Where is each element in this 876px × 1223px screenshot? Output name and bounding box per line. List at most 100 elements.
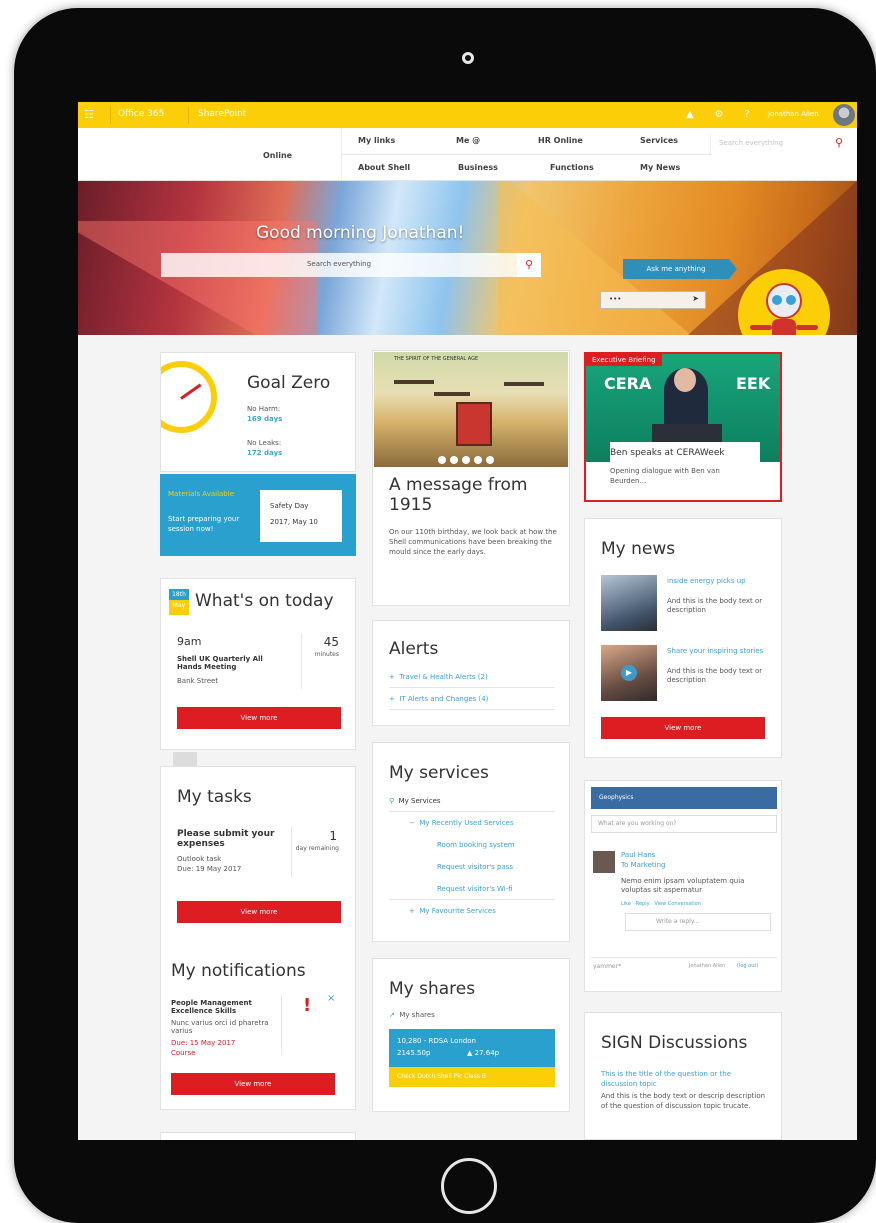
play-icon[interactable]: ▶	[621, 665, 637, 681]
event-location: Bank Street	[177, 677, 219, 685]
no-leaks-value: 172 days	[247, 449, 283, 457]
services-root[interactable]: ⚲ My Services	[389, 797, 441, 805]
nav-business[interactable]: Business	[458, 163, 498, 172]
goal-zero-clock-icon	[161, 361, 217, 433]
briefing-brand: EEK	[736, 374, 771, 393]
event-title[interactable]: Shell UK Quarterly All Hands Meeting	[177, 655, 287, 671]
post-recipient[interactable]: To Marketing	[621, 861, 665, 869]
news-thumbnail[interactable]	[601, 575, 657, 631]
sharepoint-link[interactable]: SharePoint	[198, 109, 246, 119]
top-search-input[interactable]: Search everything ⚲	[710, 134, 851, 154]
nav-about-shell[interactable]: About Shell	[358, 163, 410, 172]
author-avatar[interactable]	[593, 851, 615, 873]
settings-gear-icon[interactable]: ⚙	[712, 108, 726, 122]
poster-caption: THE SPIRIT OF THE GENERAL AGE	[394, 356, 479, 362]
ask-input[interactable]: ••• ➤	[600, 291, 706, 309]
user-name[interactable]: Jonathan Allen	[768, 110, 819, 118]
post-author[interactable]: Paul Hans	[621, 851, 655, 859]
reply-input[interactable]: Write a reply...	[625, 913, 771, 931]
news-headline[interactable]: inside energy picks up	[667, 577, 767, 585]
goal-zero-title: Goal Zero	[247, 373, 331, 393]
safety-event: Safety Day	[270, 502, 309, 510]
task-source: Outlook task	[177, 855, 222, 863]
my-shares-link[interactable]: ↗ My shares	[389, 1011, 435, 1019]
view-more-button[interactable]: View more	[177, 707, 341, 729]
briefing-caption: Ben speaks at CERAWeek Opening dialogue …	[610, 442, 760, 500]
my-shares-title: My shares	[389, 979, 476, 999]
service-item[interactable]: Request visitor's pass	[437, 863, 513, 871]
news-thumbnail[interactable]: ▶	[601, 645, 657, 701]
office365-link[interactable]: Office 365	[118, 109, 164, 119]
briefing-tag: Executive Briefing	[586, 354, 662, 366]
sign-discussions-card: SIGN Discussions This is the title of th…	[584, 1012, 782, 1140]
view-more-button[interactable]: View more	[177, 901, 341, 923]
share-price: 2145.50p	[397, 1049, 431, 1057]
camera-icon	[462, 52, 474, 64]
materials-badge: Materials Available	[168, 490, 234, 498]
top-navigation: Online My links Me @ HR Online Services …	[78, 128, 857, 181]
share-ticker[interactable]: 10,280 - RDSA London 2145.50p ▲ 27.64p	[389, 1029, 555, 1067]
my-services-title: My services	[389, 763, 489, 783]
task-title[interactable]: Please submit your expenses	[177, 829, 287, 849]
executive-briefing-card[interactable]: CERA EEK Executive Briefing Ben speaks a…	[584, 352, 782, 502]
my-tasks-card: My tasks Please submit your expenses Out…	[160, 766, 356, 1110]
post-actions[interactable]: Like · Reply · View Conversation	[621, 901, 701, 907]
hero-search-input[interactable]: Search everything ⚲	[161, 253, 541, 277]
divider	[389, 899, 555, 900]
hero-search-placeholder: Search everything	[306, 260, 372, 268]
greeting-text: Good morning Jonathan!	[256, 223, 465, 243]
favourite-services-toggle[interactable]: + My Favourite Services	[409, 907, 496, 915]
send-icon[interactable]: ➤	[692, 294, 699, 303]
sign-title: SIGN Discussions	[601, 1033, 748, 1053]
app-launcher-icon[interactable]: ☷	[84, 109, 96, 121]
divider	[291, 827, 292, 877]
message-title: A message from 1915	[389, 475, 528, 515]
alert-item[interactable]: + Travel & Health Alerts (2)	[389, 673, 488, 681]
search-icon[interactable]: ⚲	[835, 136, 843, 149]
nav-hr-online[interactable]: HR Online	[538, 136, 583, 145]
search-icon[interactable]: ⚲	[517, 253, 541, 277]
yammer-compose-input[interactable]: What are you working on?	[591, 815, 777, 833]
share-name: 10,280 - RDSA London	[397, 1037, 476, 1045]
nav-my-news[interactable]: My News	[640, 163, 680, 172]
my-news-card: My news inside energy picks up And this …	[584, 518, 782, 758]
notification-title[interactable]: People Management Excellence Skills	[171, 999, 271, 1015]
site-title[interactable]: Online	[263, 151, 292, 160]
divider	[341, 154, 711, 155]
home-button[interactable]	[441, 1158, 497, 1214]
divider	[389, 687, 555, 688]
recent-services-toggle[interactable]: − My Recently Used Services	[409, 819, 514, 827]
nav-services[interactable]: Services	[640, 136, 678, 145]
share-cta[interactable]: Check Dutch Shell Plc Class B	[389, 1067, 555, 1087]
close-icon[interactable]: ×	[327, 993, 335, 1004]
service-item[interactable]: Request visitor's Wi-fi	[437, 885, 513, 893]
safety-date: 2017, May 10	[270, 518, 318, 526]
logout-link[interactable]: (log out)	[737, 963, 758, 969]
view-more-button[interactable]: View more	[601, 717, 765, 739]
help-icon[interactable]: ?	[740, 108, 754, 122]
view-more-button[interactable]: View more	[171, 1073, 335, 1095]
message-card[interactable]: THE SPIRIT OF THE GENERAL AGE A message …	[372, 350, 570, 606]
discussion-question[interactable]: This is the title of the question or the…	[601, 1069, 769, 1089]
my-notifications-title: My notifications	[171, 961, 306, 981]
share-change: ▲ 27.64p	[467, 1049, 500, 1057]
briefing-brand: CERA	[604, 374, 652, 393]
yammer-group-header[interactable]: Geophysics	[591, 787, 777, 809]
nav-me[interactable]: Me @	[456, 136, 480, 145]
nav-my-links[interactable]: My links	[358, 136, 395, 145]
carousel-dots[interactable]	[438, 449, 498, 467]
notification-bell-icon[interactable]: ▲	[683, 108, 697, 122]
scroll-tab[interactable]	[173, 752, 197, 766]
safety-day-banner[interactable]: Materials Available Start preparing your…	[160, 474, 356, 556]
user-avatar[interactable]	[833, 104, 855, 126]
safety-cta[interactable]: Start preparing your session now!	[168, 514, 254, 534]
alerts-card: Alerts + Travel & Health Alerts (2) + IT…	[372, 620, 570, 726]
nav-functions[interactable]: Functions	[550, 163, 594, 172]
next-card-edge	[160, 1132, 356, 1140]
goal-zero-card[interactable]: Goal Zero No Harm: 169 days No Leaks: 17…	[160, 352, 356, 472]
my-shares-card: My shares ↗ My shares 10,280 - RDSA Lond…	[372, 958, 570, 1112]
alert-item[interactable]: + IT Alerts and Changes (4)	[389, 695, 488, 703]
service-item[interactable]: Room booking system	[437, 841, 515, 849]
poster-image: THE SPIRIT OF THE GENERAL AGE	[374, 352, 568, 467]
news-headline[interactable]: Share your inspiring stories	[667, 647, 767, 655]
